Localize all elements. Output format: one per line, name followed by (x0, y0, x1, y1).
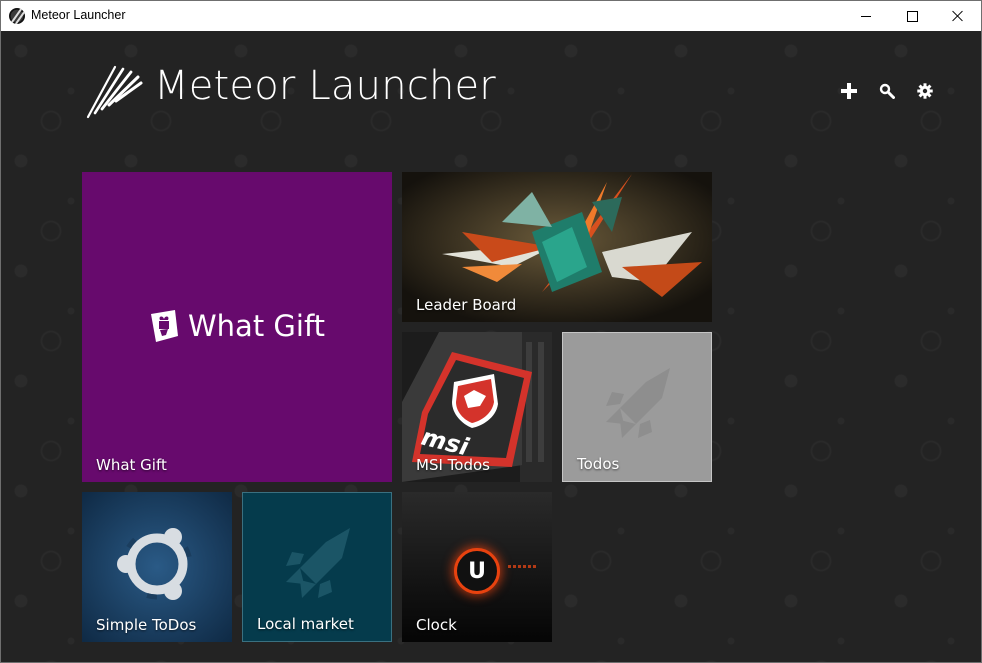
launcher-content: Meteor Launcher What Gift What Gift Lead… (1, 31, 981, 662)
gear-icon (917, 83, 933, 99)
tile-todos[interactable]: Todos (562, 332, 712, 482)
tile-local-market[interactable]: Local market (242, 492, 392, 642)
tile-leader-board[interactable]: Leader Board (402, 172, 712, 322)
tile-label: MSI Todos (416, 456, 490, 474)
add-button[interactable] (839, 81, 859, 101)
close-button[interactable] (935, 1, 981, 31)
app-window: Meteor Launcher Meteor Launcher What Gif… (0, 0, 982, 663)
title-bar[interactable]: Meteor Launcher (1, 1, 981, 31)
tile-label: Simple ToDos (96, 616, 197, 634)
clock-tagline-decoration (508, 565, 538, 568)
minimize-icon (861, 15, 871, 17)
maximize-icon (906, 10, 918, 22)
maximize-button[interactable] (889, 1, 935, 31)
what-gift-brand-text: What Gift (188, 309, 326, 343)
minimize-button[interactable] (843, 1, 889, 31)
tile-what-gift[interactable]: What Gift What Gift (82, 172, 392, 482)
gift-tag-icon (151, 310, 178, 342)
settings-button[interactable] (915, 81, 935, 101)
plus-icon (841, 83, 857, 99)
search-icon (879, 83, 895, 99)
window-title: Meteor Launcher (31, 8, 126, 22)
meteor-app-icon (9, 8, 25, 24)
tile-clock[interactable]: U Clock (402, 492, 552, 642)
tile-simple-todos[interactable]: Simple ToDos (82, 492, 232, 642)
tile-msi-todos[interactable]: msi MSI Todos (402, 332, 552, 482)
app-title: Meteor Launcher (154, 63, 496, 109)
tile-label: Todos (577, 455, 620, 473)
tile-label: Clock (416, 616, 457, 634)
what-gift-logo: What Gift (148, 308, 325, 344)
meteor-logo-icon (86, 65, 143, 119)
tile-label: What Gift (96, 456, 167, 474)
tile-label: Leader Board (416, 296, 517, 314)
tile-label: Local market (257, 615, 354, 633)
close-icon (952, 10, 964, 22)
clock-badge-icon: U (454, 548, 500, 594)
search-button[interactable] (877, 81, 897, 101)
